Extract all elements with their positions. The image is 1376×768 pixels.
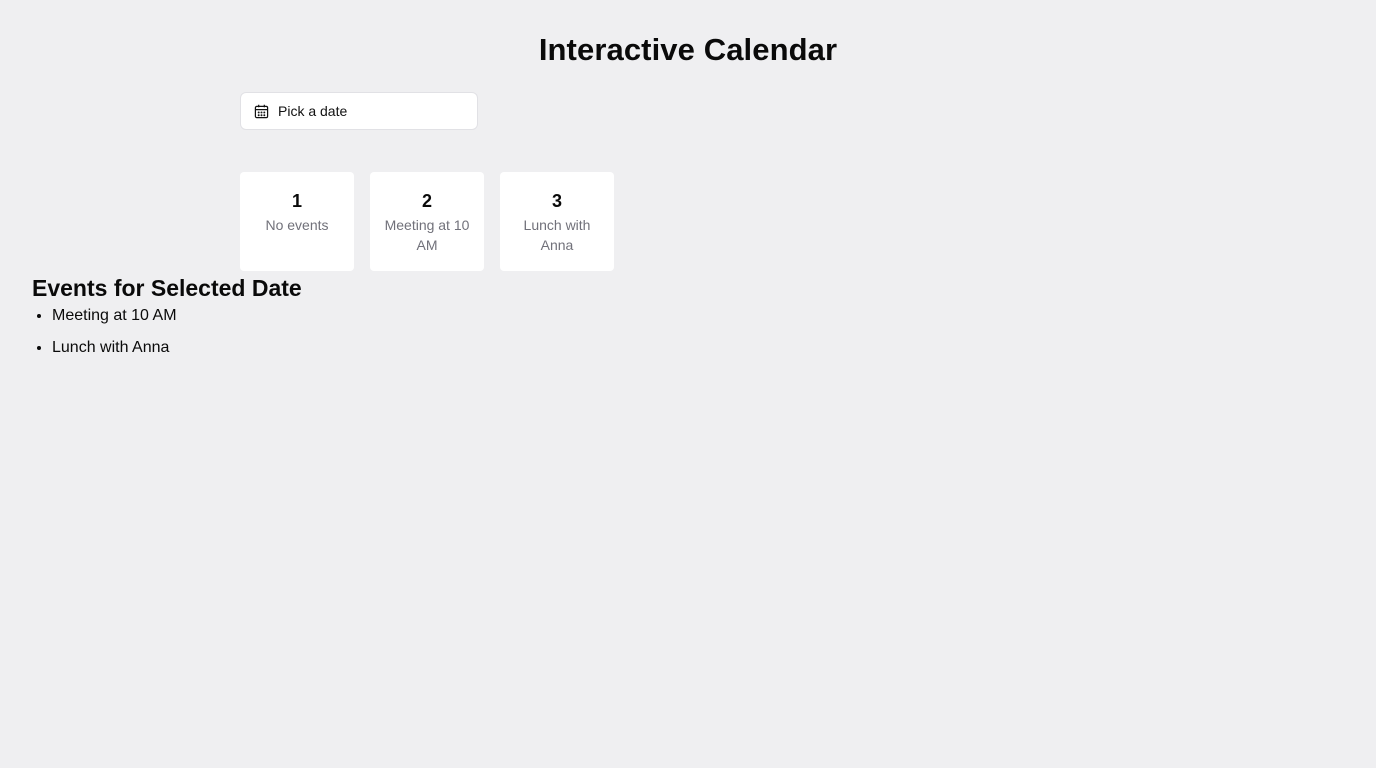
day-card-1[interactable]: 1 No events <box>240 172 354 271</box>
events-section: Events for Selected Date Meeting at 10 A… <box>32 272 302 370</box>
list-item: Meeting at 10 AM <box>52 306 302 326</box>
date-picker-button[interactable]: Pick a date <box>240 92 478 130</box>
page-title: Interactive Calendar <box>538 32 838 67</box>
day-number: 1 <box>291 191 302 211</box>
events-heading: Events for Selected Date <box>32 275 302 301</box>
page: Interactive Calendar Pick a date 1 No ev… <box>0 0 1376 768</box>
date-picker-placeholder: Pick a date <box>278 103 348 119</box>
day-cards: 1 No events 2 Meeting at 10 AM 3 Lunch w… <box>240 172 614 271</box>
day-card-3[interactable]: 3 Lunch with Anna <box>500 172 614 271</box>
calendar-icon <box>253 103 269 119</box>
events-list: Meeting at 10 AM Lunch with Anna <box>32 306 302 358</box>
day-number: 3 <box>551 191 562 211</box>
day-event: Meeting at 10 AM <box>384 217 470 253</box>
list-item: Lunch with Anna <box>52 338 302 358</box>
day-event: No events <box>265 217 329 233</box>
day-event: Lunch with Anna <box>523 217 591 253</box>
day-card-2[interactable]: 2 Meeting at 10 AM <box>370 172 484 271</box>
day-number: 2 <box>421 191 432 211</box>
